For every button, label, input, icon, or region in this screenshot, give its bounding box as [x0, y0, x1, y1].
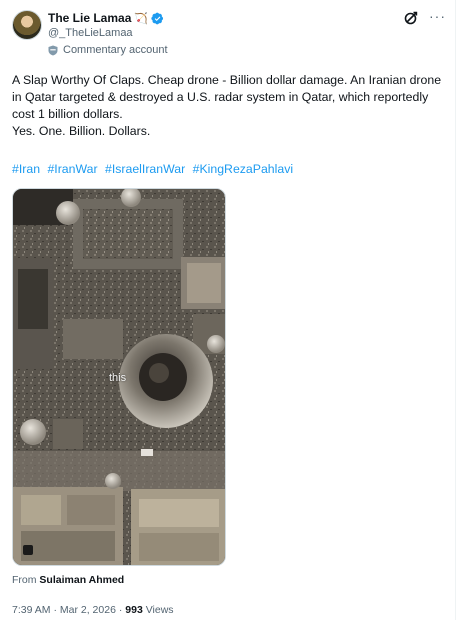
hashtag-list: #Iran #IranWar #IsraelIranWar #KingRezaP… — [12, 162, 297, 176]
grok-icon[interactable] — [403, 10, 419, 26]
hashtag-link[interactable]: #IranWar — [47, 162, 97, 176]
hashtag-link[interactable]: #KingRezaPahlavi — [193, 162, 294, 176]
display-name[interactable]: The Lie Lamaa — [48, 11, 131, 25]
hashtag-link[interactable]: #IsraelIranWar — [105, 162, 185, 176]
tweet-header: The Lie Lamaa 🏹 @_TheLieLamaa Commentary… — [12, 9, 445, 58]
views-label: Views — [145, 604, 174, 616]
author-info: The Lie Lamaa 🏹 @_TheLieLamaa — [48, 10, 164, 39]
attribution-source-link[interactable]: Sulaiman Ahmed — [39, 574, 124, 586]
more-icon[interactable]: ··· — [429, 9, 445, 26]
tweet-text-line: A Slap Worthy Of Claps. Cheap drone - Bi… — [12, 73, 445, 121]
account-label: Commentary account — [63, 44, 168, 56]
tweet-date[interactable]: Mar 2, 2026 — [60, 604, 116, 616]
verified-badge-icon — [151, 12, 164, 24]
commentary-label: Commentary account — [48, 44, 168, 56]
shield-icon — [48, 45, 58, 55]
media-attribution: From Sulaiman Ahmed — [12, 574, 124, 586]
media-control-icon[interactable] — [23, 545, 33, 555]
name-emoji: 🏹 — [134, 12, 149, 25]
meta-separator: · — [53, 604, 57, 616]
avatar[interactable] — [12, 10, 42, 40]
meta-separator: · — [118, 604, 123, 616]
views-count: 993 — [125, 604, 143, 616]
attribution-prefix: From — [12, 574, 37, 586]
media-caption-overlay: this — [109, 372, 127, 384]
tweet-card: The Lie Lamaa 🏹 @_TheLieLamaa Commentary… — [0, 0, 456, 620]
author-handle[interactable]: @_TheLieLamaa — [48, 27, 164, 39]
tweet-meta: 7:39 AM · Mar 2, 2026 · 993 Views — [12, 604, 174, 616]
tweet-text-line: Yes. One. Billion. Dollars. — [12, 124, 151, 138]
tweet-text: A Slap Worthy Of Claps. Cheap drone - Bi… — [12, 72, 442, 140]
name-row: The Lie Lamaa 🏹 — [48, 10, 164, 26]
top-actions: ··· — [403, 9, 445, 26]
hashtag-link[interactable]: #Iran — [12, 162, 40, 176]
media-image[interactable]: this — [12, 188, 226, 566]
tweet-time[interactable]: 7:39 AM — [12, 604, 51, 616]
